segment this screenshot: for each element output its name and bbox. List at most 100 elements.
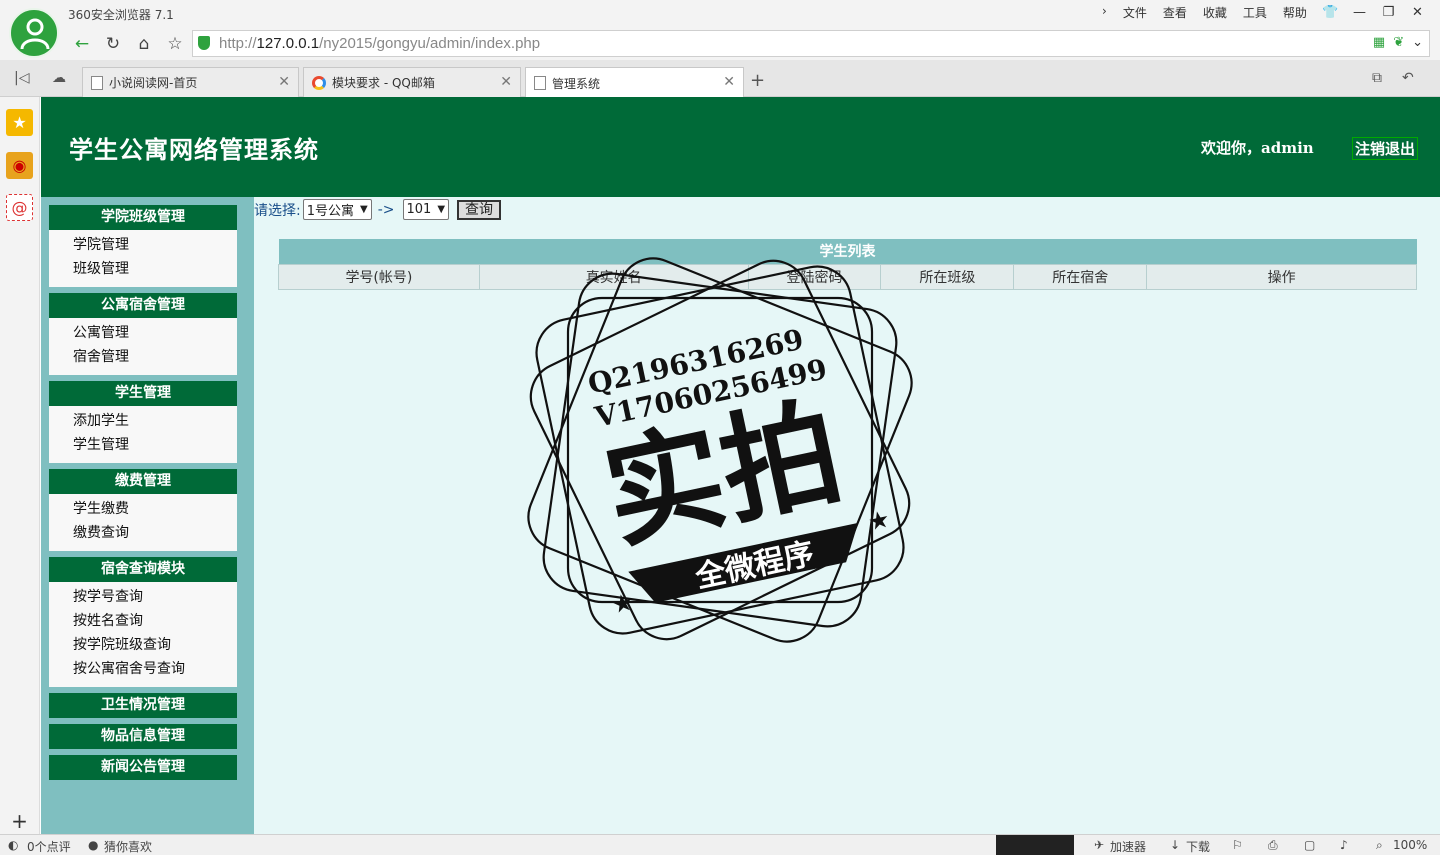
menu-view[interactable]: 查看 xyxy=(1155,4,1195,21)
watermark-stamp: Q2196316269 V17060256499 实拍 全微程序 ★ ★ xyxy=(527,257,913,643)
tab-close-icon[interactable]: ✕ xyxy=(278,74,290,90)
menu-file[interactable]: 文件 xyxy=(1115,4,1155,21)
menu-help[interactable]: 帮助 xyxy=(1275,4,1315,21)
menu-group-body: 学院管理 班级管理 xyxy=(49,230,237,287)
menu-group-title[interactable]: 缴费管理 xyxy=(49,469,237,494)
menu-group-title[interactable]: 学生管理 xyxy=(49,381,237,406)
undo-close-icon[interactable]: ↶ xyxy=(1402,70,1414,86)
tab-close-icon[interactable]: ✕ xyxy=(723,74,735,90)
sidebar-item-college[interactable]: 学院管理 xyxy=(73,233,237,257)
browser-name: 360安全浏览器 7.1 xyxy=(68,8,174,22)
flag-icon[interactable]: ⚐ xyxy=(1232,838,1243,852)
menu-chevron-icon[interactable]: › xyxy=(1094,4,1115,21)
sidebar-item-add-student[interactable]: 添加学生 xyxy=(73,409,237,433)
menu-group-title[interactable]: 新闻公告管理 xyxy=(49,755,237,780)
tab-list-icon[interactable]: ⧉ xyxy=(1372,70,1382,86)
tab-novel[interactable]: 小说阅读网-首页 ✕ xyxy=(82,67,299,97)
tab-back-icon[interactable]: |◁ xyxy=(14,70,29,86)
tab-close-icon[interactable]: ✕ xyxy=(500,74,512,90)
sidebar-item-apartment[interactable]: 公寓管理 xyxy=(73,321,237,345)
refresh-icon[interactable]: ↻ xyxy=(100,32,126,56)
page-icon xyxy=(91,75,103,90)
logout-link[interactable]: 注销退出 xyxy=(1352,137,1419,160)
browser-menu: › 文件 查看 收藏 工具 帮助 xyxy=(1094,4,1315,21)
sidebar-item-student-fee[interactable]: 学生缴费 xyxy=(73,497,237,521)
sidebar-item-query-by-id[interactable]: 按学号查询 xyxy=(73,585,237,609)
url-text: http://127.0.0.1/ny2015/gongyu/admin/ind… xyxy=(219,35,541,52)
sidebar-item-query-by-class[interactable]: 按学院班级查询 xyxy=(73,633,237,657)
menu-group-title[interactable]: 物品信息管理 xyxy=(49,724,237,749)
chevron-down-icon: ▼ xyxy=(360,204,368,215)
browser-title-bar: 360安全浏览器 7.1 › 文件 查看 收藏 工具 帮助 👕 — ❐ ✕ xyxy=(0,0,1440,28)
tab-bar: |◁ ☁ 小说阅读网-首页 ✕ 模块要求 - QQ邮箱 ✕ 管理系统 ✕ + ⧉… xyxy=(0,60,1440,98)
filter-arrow: -> xyxy=(377,201,395,218)
star-icon: ★ xyxy=(609,588,636,620)
building-select-value: 1号公寓 xyxy=(306,204,354,219)
maximize-button[interactable]: ❐ xyxy=(1374,2,1403,22)
sidebar-item-class[interactable]: 班级管理 xyxy=(73,257,237,281)
tab-qqmail[interactable]: 模块要求 - QQ邮箱 ✕ xyxy=(303,67,521,97)
guess-icon: ● xyxy=(88,838,99,852)
sidebar-item-student-manage[interactable]: 学生管理 xyxy=(73,433,237,457)
zoom-icon: ⌕ xyxy=(1376,838,1383,852)
leaf-icon[interactable]: ❦ xyxy=(1393,35,1404,50)
status-bar: ◐ 0个点评 ● 猜你喜欢 ✈ 加速器 ↓ 下载 ⚐ ⎙ ▢ ♪ ⌕ 100% xyxy=(0,834,1440,855)
close-window-button[interactable]: ✕ xyxy=(1403,2,1432,22)
filter-bar: 请选择: 1号公寓 ▼ -> 101 ▼ 查询 xyxy=(254,199,502,220)
window-icon[interactable]: ▢ xyxy=(1304,838,1315,852)
user-avatar-icon[interactable] xyxy=(9,8,59,58)
accelerator-icon: ✈ xyxy=(1094,838,1105,852)
address-bar-row: ← ↻ ⌂ ☆ http://127.0.0.1/ny2015/gongyu/a… xyxy=(0,28,1440,60)
menu-group-body: 学生缴费 缴费查询 xyxy=(49,494,237,551)
menu-group-hygiene: 卫生情况管理 xyxy=(49,693,237,718)
tab-admin[interactable]: 管理系统 ✕ xyxy=(525,67,744,98)
site-title: 学生公寓网络管理系统 xyxy=(69,135,319,164)
screenshot-icon[interactable]: ⎙ xyxy=(1268,838,1278,853)
dropdown-chevron-icon[interactable]: ⌄ xyxy=(1412,35,1423,50)
room-select[interactable]: 101 ▼ xyxy=(402,199,450,220)
menu-tools[interactable]: 工具 xyxy=(1235,4,1275,21)
sidebar-item-dormitory[interactable]: 宿舍管理 xyxy=(73,345,237,369)
add-plus-icon[interactable]: + xyxy=(6,807,33,834)
volume-icon[interactable]: ♪ xyxy=(1340,838,1348,852)
star-icon[interactable]: ☆ xyxy=(162,32,188,56)
browser-side-strip: ★ ◉ @ + xyxy=(0,97,40,834)
sidebar-item-fee-query[interactable]: 缴费查询 xyxy=(73,521,237,545)
url-input[interactable]: http://127.0.0.1/ny2015/gongyu/admin/ind… xyxy=(192,30,1430,57)
tray-widget[interactable] xyxy=(996,835,1074,855)
menu-group-title[interactable]: 宿舍查询模块 xyxy=(49,557,237,582)
menu-group-title[interactable]: 公寓宿舍管理 xyxy=(49,293,237,318)
cloud-icon[interactable]: ☁ xyxy=(52,70,66,86)
admin-page: 学生公寓网络管理系统 欢迎你，admin 注销退出 学院班级管理 学院管理 班级… xyxy=(41,97,1440,834)
comments-count[interactable]: 0个点评 xyxy=(27,838,71,855)
comment-icon: ◐ xyxy=(8,838,19,852)
site-header: 学生公寓网络管理系统 欢迎你，admin 注销退出 xyxy=(41,97,1440,197)
download-button[interactable]: 下载 xyxy=(1186,838,1210,855)
skin-icon[interactable]: 👕 xyxy=(1316,2,1345,22)
menu-group-title[interactable]: 学院班级管理 xyxy=(49,205,237,230)
filter-label: 请选择: xyxy=(254,202,301,219)
home-icon[interactable]: ⌂ xyxy=(131,32,157,56)
favorites-star-icon[interactable]: ★ xyxy=(6,109,33,136)
new-tab-plus-icon[interactable]: + xyxy=(750,70,765,91)
menu-favorites[interactable]: 收藏 xyxy=(1195,4,1235,21)
welcome-text: 欢迎你，admin xyxy=(1201,139,1314,157)
weibo-icon[interactable]: ◉ xyxy=(6,152,33,179)
menu-group-dorm-query: 宿舍查询模块 按学号查询 按姓名查询 按学院班级查询 按公寓宿舍号查询 xyxy=(49,557,237,687)
guess-like-link[interactable]: 猜你喜欢 xyxy=(104,838,152,855)
menu-group-student: 学生管理 添加学生 学生管理 xyxy=(49,381,237,463)
minimize-button[interactable]: — xyxy=(1345,2,1374,22)
accelerator-button[interactable]: 加速器 xyxy=(1110,838,1146,855)
menu-group-fee: 缴费管理 学生缴费 缴费查询 xyxy=(49,469,237,551)
menu-group-body: 添加学生 学生管理 xyxy=(49,406,237,463)
query-button[interactable]: 查询 xyxy=(457,199,502,220)
sidebar-item-query-by-room[interactable]: 按公寓宿舍号查询 xyxy=(73,657,237,681)
building-select[interactable]: 1号公寓 ▼ xyxy=(302,199,372,220)
menu-group-title[interactable]: 卫生情况管理 xyxy=(49,693,237,718)
mail-at-icon[interactable]: @ xyxy=(6,194,33,221)
zoom-level[interactable]: 100% xyxy=(1393,838,1427,852)
sidebar-item-query-by-name[interactable]: 按姓名查询 xyxy=(73,609,237,633)
back-arrow-icon[interactable]: ← xyxy=(69,32,95,56)
qr-code-icon[interactable]: ▦ xyxy=(1373,35,1385,50)
column-header: 学号(帐号) xyxy=(278,263,480,290)
